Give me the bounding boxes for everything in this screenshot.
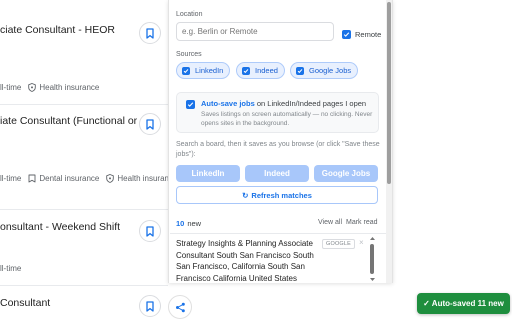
source-chip-google-jobs[interactable]: Google Jobs (290, 62, 359, 79)
sources-label: Sources (176, 51, 202, 58)
job-meta-item: Health insurance (28, 83, 99, 92)
divider (0, 285, 168, 286)
save-job-button[interactable] (139, 295, 161, 317)
result-source-badge: GOOGLE (322, 239, 356, 249)
checkbox-checked-icon (296, 66, 304, 75)
job-meta-item: ll-time (0, 264, 21, 273)
scroll-up-arrow-icon[interactable] (369, 236, 376, 241)
job-title[interactable]: iate Consultant (Functional or (0, 114, 137, 129)
location-input[interactable] (176, 22, 334, 41)
autosave-title: Auto-save jobs on LinkedIn/Indeed pages … (201, 99, 366, 108)
mark-read-link[interactable]: Mark read (346, 219, 378, 226)
divider (0, 209, 168, 210)
save-job-button[interactable] (139, 220, 161, 242)
new-count-suffix: new (187, 219, 202, 228)
dismiss-result-button[interactable]: × (359, 238, 364, 247)
refresh-label: Refresh matches (251, 190, 312, 200)
divider (0, 104, 168, 105)
benefit-label: Health insurance (39, 83, 100, 92)
job-type: ll-time (0, 174, 22, 183)
job-type: ll-time (0, 83, 22, 92)
refresh-matches-button[interactable]: ↻ Refresh matches (176, 186, 378, 204)
job-meta: ll-time (0, 264, 28, 273)
job-meta-item: ll-time (0, 174, 21, 183)
panel-scrollbar[interactable] (386, 0, 392, 283)
bookmark-icon (146, 27, 154, 39)
job-meta: ll-time Dental insurance Health insuranc… (0, 174, 184, 183)
autosave-title-bold: Auto-save jobs (201, 99, 255, 108)
bookmark-icon (146, 225, 154, 237)
shield-icon (106, 174, 115, 183)
location-label: Location (176, 11, 203, 18)
checkbox-checked-icon[interactable] (186, 100, 195, 109)
autosave-title-rest: on LinkedIn/Indeed pages I open (254, 99, 367, 108)
panel-scrollbar-thumb[interactable] (387, 2, 391, 184)
scroll-down-arrow-icon[interactable] (369, 277, 376, 282)
job-meta-item: ll-time (0, 83, 21, 92)
source-chip-linkedin[interactable]: LinkedIn (176, 62, 231, 79)
new-count: 10 new (176, 219, 201, 228)
search-linkedin-button[interactable]: LinkedIn (176, 165, 240, 182)
job-type: ll-time (0, 264, 22, 273)
autosave-toast: ✓ Auto-saved 11 new (417, 293, 510, 314)
refresh-icon: ↻ (242, 190, 249, 200)
bookmark-icon (146, 118, 154, 130)
job-title[interactable]: onsultant - Weekend Shift (0, 220, 120, 235)
view-all-link[interactable]: View all (318, 219, 342, 226)
save-job-button[interactable] (139, 22, 161, 44)
source-chip-label: Indeed (255, 66, 278, 75)
search-google-jobs-button[interactable]: Google Jobs (314, 165, 378, 182)
source-chip-indeed[interactable]: Indeed (236, 62, 285, 79)
autosave-description: Saves listings on screen automatically —… (201, 111, 373, 127)
save-job-button[interactable] (139, 113, 161, 135)
shield-icon (28, 83, 37, 92)
checkbox-checked-icon (342, 30, 351, 39)
benefit-label: Dental insurance (39, 174, 100, 183)
job-title[interactable]: Consultant (0, 296, 50, 311)
job-title[interactable]: ciate Consultant - HEOR (0, 23, 115, 38)
remote-checkbox[interactable]: Remote (342, 30, 381, 39)
divider (170, 233, 386, 234)
job-meta-item: Health insurance (106, 174, 177, 183)
checkbox-checked-icon (242, 66, 250, 75)
source-chip-label: LinkedIn (195, 66, 224, 75)
source-chip-label: Google Jobs (309, 66, 352, 75)
search-indeed-button[interactable]: Indeed (245, 165, 309, 182)
remote-label: Remote (355, 30, 382, 39)
results-scrollbar[interactable] (369, 236, 376, 282)
bookmark-icon (146, 300, 154, 312)
checkbox-checked-icon (182, 66, 190, 75)
new-count-number: 10 (176, 219, 185, 228)
result-title[interactable]: Strategy Insights & Planning Associate C… (176, 238, 320, 282)
autosave-option[interactable]: Auto-save jobs on LinkedIn/Indeed pages … (176, 92, 379, 133)
job-list: ciate Consultant - HEOR ll-time Health i… (0, 0, 177, 320)
search-hint: Search a board, then it saves as you bro… (176, 141, 380, 158)
share-icon (175, 302, 185, 312)
job-meta-item: Dental insurance (28, 174, 99, 183)
results-scrollbar-thumb[interactable] (370, 244, 374, 274)
tooth-icon (28, 174, 36, 183)
job-meta: ll-time Health insurance (0, 83, 106, 92)
share-button[interactable] (168, 295, 192, 319)
